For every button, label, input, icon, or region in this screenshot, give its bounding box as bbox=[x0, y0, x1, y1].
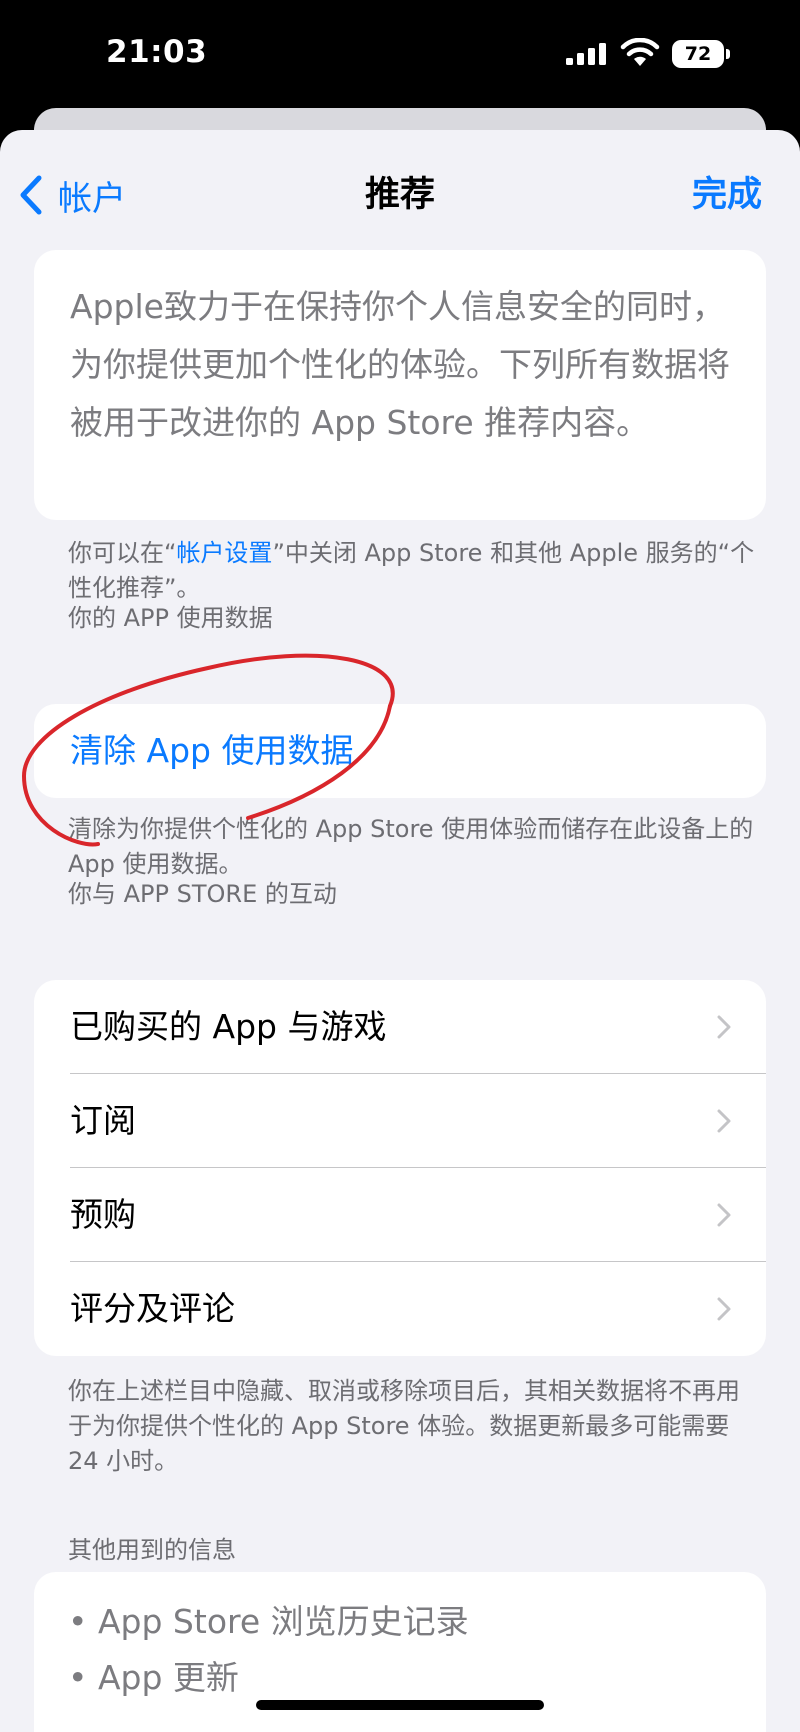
clear-app-usage-data-label: 清除 App 使用数据 bbox=[70, 731, 354, 770]
status-bar: 21:03 72 bbox=[0, 0, 800, 110]
home-indicator bbox=[256, 1700, 544, 1710]
list-item-label: 已购买的 App 与游戏 bbox=[70, 1007, 387, 1046]
list-item-ratings-reviews[interactable]: 评分及评论 bbox=[34, 1262, 766, 1356]
list-item-label: 评分及评论 bbox=[70, 1289, 235, 1328]
section-header-app-usage: 你的 APP 使用数据 bbox=[68, 604, 273, 632]
list-item-purchased-apps[interactable]: 已购买的 App 与游戏 bbox=[34, 980, 766, 1074]
list-item: • App 更新 bbox=[68, 1658, 239, 1697]
intro-text: Apple致力于在保持你个人信息安全的同时，为你提供更加个性化的体验。下列所有数… bbox=[70, 287, 730, 442]
chevron-right-icon bbox=[717, 1203, 731, 1227]
recommendations-sheet: 帐户 推荐 完成 Apple致力于在保持你个人信息安全的同时，为你提供更加个性化… bbox=[0, 130, 800, 1732]
chevron-right-icon bbox=[717, 1297, 731, 1321]
battery-level: 72 bbox=[684, 43, 712, 65]
cellular-signal-icon bbox=[566, 43, 606, 65]
intro-card: Apple致力于在保持你个人信息安全的同时，为你提供更加个性化的体验。下列所有数… bbox=[34, 250, 766, 520]
bullet-text: App 更新 bbox=[97, 1658, 239, 1697]
list-item: • App Store 浏览历史记录 bbox=[68, 1602, 469, 1641]
account-settings-link[interactable]: 帐户设置 bbox=[176, 539, 272, 567]
section-header-other-info: 其他用到的信息 bbox=[68, 1536, 236, 1564]
list-item-label: 订阅 bbox=[70, 1101, 136, 1140]
list-item-preorders[interactable]: 预购 bbox=[34, 1168, 766, 1262]
settings-note: 你可以在“帐户设置”中关闭 App Store 和其他 Apple 服务的“个性… bbox=[68, 536, 758, 606]
section-header-interactions: 你与 APP STORE 的互动 bbox=[68, 880, 337, 908]
page-title: 推荐 bbox=[364, 175, 435, 215]
list-item-label: 预购 bbox=[70, 1195, 136, 1234]
done-button[interactable]: 完成 bbox=[692, 170, 762, 220]
battery-icon: 72 bbox=[672, 40, 730, 68]
chevron-right-icon bbox=[717, 1109, 731, 1133]
status-time: 21:03 bbox=[106, 34, 208, 70]
interactions-list: 已购买的 App 与游戏 订阅 预购 评分及评论 bbox=[34, 980, 766, 1356]
settings-note-prefix: 你可以在“ bbox=[68, 539, 177, 567]
wifi-icon bbox=[620, 38, 660, 66]
app-usage-footnote: 清除为你提供个性化的 App Store 使用体验而储存在此设备上的 App 使… bbox=[68, 815, 754, 878]
list-item-subscriptions[interactable]: 订阅 bbox=[34, 1074, 766, 1168]
bullet-text: App Store 浏览历史记录 bbox=[97, 1602, 469, 1641]
chevron-right-icon bbox=[717, 1015, 731, 1039]
interactions-footnote: 你在上述栏目中隐藏、取消或移除项目后，其相关数据将不再用于为你提供个性化的 Ap… bbox=[68, 1377, 740, 1475]
clear-app-usage-data-button[interactable]: 清除 App 使用数据 bbox=[34, 704, 766, 798]
